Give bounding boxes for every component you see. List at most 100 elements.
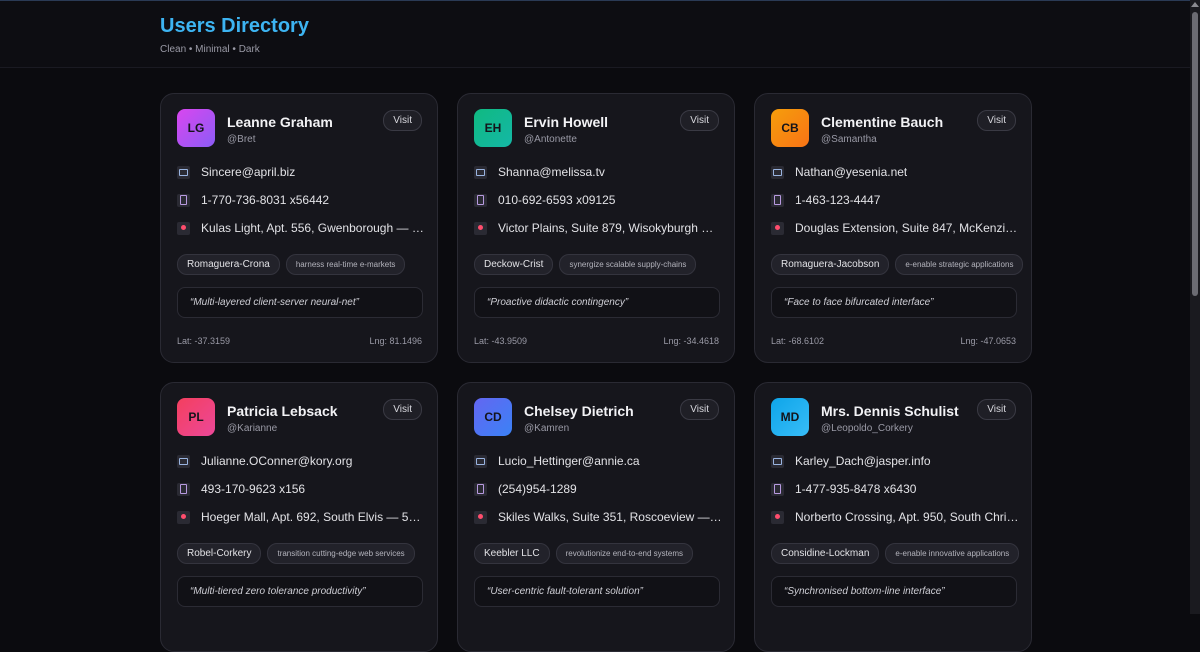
latitude-label: Lat: -68.6102 [771,336,825,346]
company-tag: Deckow-Crist [474,254,554,275]
user-card: MD Mrs. Dennis Schulist @Leopoldo_Corkery V… [754,382,1032,652]
phone-row: 1-477-935-8478 x6430 [771,480,1019,498]
company-tag: Romaguera-Crona [177,254,280,275]
phone-number: 1-463-123-4447 [795,193,881,207]
location-pin-icon [177,510,190,524]
visit-button[interactable]: Visit [680,399,719,420]
company-tag: Robel-Corkery [177,543,262,564]
address-row: Victor Plains, Suite 879, Wisokyburgh — … [474,219,722,237]
catchphrase-quote: “Multi-tiered zero tolerance productivit… [177,576,423,607]
location-pin-icon [474,510,487,524]
user-handle: @Karianne [227,423,278,434]
tag-list: Deckow-Crist synergize scalable supply-ch… [474,254,697,275]
latitude-label: Lat: -43.9509 [474,336,528,346]
visit-button[interactable]: Visit [680,110,719,131]
user-handle: @Leopoldo_Corkery [821,423,913,434]
company-tag: Romaguera-Jacobson [771,254,890,275]
email-icon [474,165,487,179]
email-icon [177,165,190,179]
phone-number: 1-770-736-8031 x56442 [201,193,330,207]
email-row: Julianne.OConner@kory.org [177,452,425,470]
company-tag: Considine-Lockman [771,543,880,564]
user-handle: @Bret [227,134,256,145]
longitude-label: Lng: -34.4618 [663,336,719,346]
email-link[interactable]: Lucio_Hettinger@annie.ca [498,454,640,468]
phone-icon [474,482,487,496]
user-card: LG Leanne Graham @Bret Visit Sincere@april.b… [160,93,438,363]
catchphrase-quote: “User-centric fault-tolerant solution” [474,576,720,607]
tag-list: Keebler LLC revolutionize end-to-end syst… [474,543,693,564]
address-text: Norberto Crossing, Apt. 950, South Chris… [795,510,1019,524]
scroll-up-arrow-icon[interactable] [1191,2,1199,7]
phone-row: 010-692-6593 x09125 [474,191,722,209]
visit-button[interactable]: Visit [383,399,422,420]
address-row: Norberto Crossing, Apt. 950, South Chris… [771,508,1019,526]
phone-row: (254)954-1289 [474,480,722,498]
location-pin-icon [474,221,487,235]
user-card-grid: LG Leanne Graham @Bret Visit Sincere@april.b… [160,93,1032,652]
geo-coordinates: Lat: -43.9509 Lng: -34.4618 [474,336,719,346]
address-row: Hoeger Mall, Apt. 692, South Elvis — 539… [177,508,425,526]
address-text: Victor Plains, Suite 879, Wisokyburgh — … [498,221,722,235]
phone-number: 1-477-935-8478 x6430 [795,482,917,496]
page-header: Users Directory Clean • Minimal • Dark [0,1,1190,68]
longitude-label: Lng: 81.1496 [369,336,422,346]
phone-number: 493-170-9623 x156 [201,482,306,496]
phone-icon [177,193,190,207]
email-row: Sincere@april.biz [177,163,425,181]
email-link[interactable]: Julianne.OConner@kory.org [201,454,352,468]
page-subtitle: Clean • Minimal • Dark [160,44,260,55]
avatar: MD [771,398,809,436]
tag-list: Considine-Lockman e-enable innovative app… [771,543,1020,564]
email-link[interactable]: Shanna@melissa.tv [498,165,605,179]
phone-row: 493-170-9623 x156 [177,480,425,498]
page-title: Users Directory [160,15,309,37]
user-name: Clementine Bauch [821,114,944,130]
tag-list: Romaguera-Crona harness real-time e-marke… [177,254,406,275]
user-handle: @Kamren [524,423,570,434]
visit-button[interactable]: Visit [977,399,1016,420]
latitude-label: Lat: -37.3159 [177,336,231,346]
email-link[interactable]: Karley_Dach@jasper.info [795,454,931,468]
user-name: Mrs. Dennis Schulist [821,403,959,419]
email-row: Lucio_Hettinger@annie.ca [474,452,722,470]
longitude-label: Lng: -47.0653 [960,336,1016,346]
user-name: Patricia Lebsack [227,403,338,419]
email-icon [771,454,784,468]
address-text: Kulas Light, Apt. 556, Gwenborough — 929… [201,221,425,235]
address-text: Douglas Extension, Suite 847, McKenzieha… [795,221,1019,235]
catchphrase-quote: “Proactive didactic contingency” [474,287,720,318]
user-handle: @Samantha [821,134,877,145]
geo-coordinates: Lat: -68.6102 Lng: -47.0653 [771,336,1016,346]
bs-tag: e-enable innovative applications [885,543,1020,564]
user-name: Leanne Graham [227,114,333,130]
user-card: CB Clementine Bauch @Samantha Visit Nathan@y… [754,93,1032,363]
address-text: Hoeger Mall, Apt. 692, South Elvis — 539… [201,510,425,524]
avatar: CD [474,398,512,436]
avatar: LG [177,109,215,147]
location-pin-icon [771,221,784,235]
geo-coordinates: Lat: -37.3159 Lng: 81.1496 [177,336,422,346]
scrollbar-thumb[interactable] [1192,12,1198,296]
user-handle: @Antonette [524,134,577,145]
email-row: Nathan@yesenia.net [771,163,1019,181]
address-text: Skiles Walks, Suite 351, Roscoeview — 33… [498,510,722,524]
visit-button[interactable]: Visit [383,110,422,131]
tag-list: Robel-Corkery transition cutting-edge web… [177,543,415,564]
tag-list: Romaguera-Jacobson e-enable strategic app… [771,254,1024,275]
user-card: EH Ervin Howell @Antonette Visit Shanna@meli… [457,93,735,363]
catchphrase-quote: “Multi-layered client-server neural-net” [177,287,423,318]
location-pin-icon [771,510,784,524]
address-row: Douglas Extension, Suite 847, McKenzieha… [771,219,1019,237]
user-card: CD Chelsey Dietrich @Kamren Visit Lucio_Hett… [457,382,735,652]
email-link[interactable]: Nathan@yesenia.net [795,165,907,179]
phone-number: 010-692-6593 x09125 [498,193,616,207]
avatar: PL [177,398,215,436]
visit-button[interactable]: Visit [977,110,1016,131]
catchphrase-quote: “Synchronised bottom-line interface” [771,576,1017,607]
vertical-scrollbar[interactable] [1190,0,1200,614]
phone-row: 1-463-123-4447 [771,191,1019,209]
bs-tag: harness real-time e-markets [285,254,406,275]
address-row: Kulas Light, Apt. 556, Gwenborough — 929… [177,219,425,237]
email-link[interactable]: Sincere@april.biz [201,165,295,179]
